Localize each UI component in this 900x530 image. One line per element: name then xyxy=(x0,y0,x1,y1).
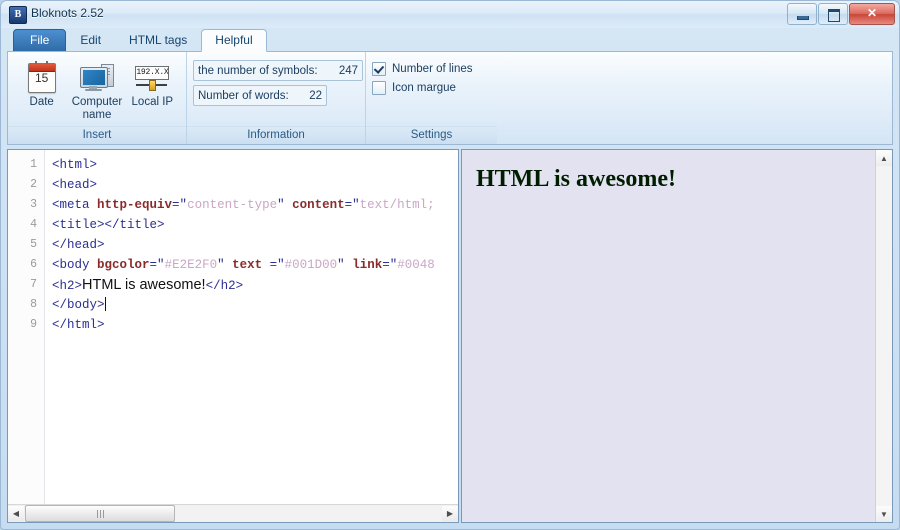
window-controls: ✕ xyxy=(787,3,895,25)
minimize-button[interactable] xyxy=(787,3,817,25)
scroll-right-arrow-icon[interactable]: ▶ xyxy=(442,506,458,521)
code-line: <title></title> xyxy=(52,215,458,235)
preview-content: HTML is awesome! xyxy=(462,150,892,209)
checkbox-unchecked-icon xyxy=(372,81,386,95)
code-line: <html> xyxy=(52,155,458,175)
symbol-count-value: 247 xyxy=(327,65,358,77)
ribbon-tab-strip: File Edit HTML tags Helpful xyxy=(7,30,893,52)
code-line: <meta http-equiv="content-type" content=… xyxy=(52,195,458,215)
code-line: <head> xyxy=(52,175,458,195)
ribbon-group-insert: 15 Date Computer name xyxy=(8,52,187,144)
line-number: 8 xyxy=(8,295,44,315)
window-title: Bloknots 2.52 xyxy=(31,6,104,20)
code-line: </head> xyxy=(52,235,458,255)
content-panes: 1 2 3 4 5 6 7 8 9 <html> <head> <meta ht… xyxy=(7,149,893,523)
ip-address-icon: 192.X.X xyxy=(127,60,178,96)
code-line: <h2>HTML is awesome!</h2> xyxy=(52,275,458,295)
code-editor-pane[interactable]: 1 2 3 4 5 6 7 8 9 <html> <head> <meta ht… xyxy=(7,149,459,523)
ribbon-group-information: the number of symbols: 247 Number of wor… xyxy=(187,52,366,144)
ribbon-group-insert-label: Insert xyxy=(8,126,186,144)
minimize-icon xyxy=(797,16,809,20)
computer-icon xyxy=(71,60,122,96)
scroll-left-arrow-icon[interactable]: ◀ xyxy=(8,506,24,521)
symbol-count-label: the number of symbols: xyxy=(198,65,318,77)
word-count-field: Number of words: 22 xyxy=(193,85,327,106)
ribbon-group-settings: Number of lines Icon margue Settings xyxy=(366,52,497,144)
close-button[interactable]: ✕ xyxy=(849,3,895,25)
code-area[interactable]: 1 2 3 4 5 6 7 8 9 <html> <head> <meta ht… xyxy=(8,150,458,504)
scrollbar-grip-icon xyxy=(97,510,104,518)
tab-html-tags[interactable]: HTML tags xyxy=(115,29,201,52)
line-number: 4 xyxy=(8,215,44,235)
insert-date-label: Date xyxy=(16,96,67,109)
maximize-button[interactable] xyxy=(818,3,848,25)
insert-local-ip-label: Local IP xyxy=(127,96,178,109)
ip-address-icon-label: 192.X.X xyxy=(135,66,169,80)
insert-computer-name-button[interactable]: Computer name xyxy=(69,57,124,125)
line-number: 9 xyxy=(8,315,44,335)
code-line: </html> xyxy=(52,315,458,335)
checkbox-number-of-lines[interactable]: Number of lines xyxy=(372,62,473,76)
checkbox-number-of-lines-label: Number of lines xyxy=(392,63,473,75)
word-count-value: 22 xyxy=(297,90,322,102)
code-line: </body> xyxy=(52,295,458,315)
title-bar: B Bloknots 2.52 ✕ xyxy=(1,1,899,28)
insert-computer-name-label: Computer name xyxy=(71,96,122,122)
symbol-count-field: the number of symbols: 247 xyxy=(193,60,363,81)
line-number: 3 xyxy=(8,195,44,215)
line-number: 2 xyxy=(8,175,44,195)
ribbon-group-settings-label: Settings xyxy=(366,126,497,144)
code-line: <body bgcolor="#E2E2F0" text ="#001D00" … xyxy=(52,255,458,275)
tab-file[interactable]: File xyxy=(13,29,66,52)
checkbox-checked-icon xyxy=(372,62,386,76)
preview-vertical-scrollbar[interactable]: ▲ ▼ xyxy=(875,150,892,522)
checkbox-icon-margue-label: Icon margue xyxy=(392,82,456,94)
ribbon-group-information-label: Information xyxy=(187,126,365,144)
line-number: 5 xyxy=(8,235,44,255)
calendar-day-label: 15 xyxy=(29,72,55,85)
scrollbar-thumb[interactable] xyxy=(25,505,175,522)
preview-heading: HTML is awesome! xyxy=(476,166,878,193)
html-preview-pane: HTML is awesome! ▲ ▼ xyxy=(461,149,893,523)
editor-horizontal-scrollbar[interactable]: ◀ ▶ xyxy=(8,504,458,522)
application-window: B Bloknots 2.52 ✕ File Edit HTML tags He… xyxy=(0,0,900,530)
maximize-icon xyxy=(828,9,840,22)
tab-edit[interactable]: Edit xyxy=(66,29,115,52)
checkbox-icon-margue[interactable]: Icon margue xyxy=(372,81,473,95)
line-number: 6 xyxy=(8,255,44,275)
text-cursor xyxy=(105,297,106,311)
line-number: 1 xyxy=(8,155,44,175)
calendar-icon: 15 xyxy=(16,60,67,96)
code-text[interactable]: <html> <head> <meta http-equiv="content-… xyxy=(45,150,458,504)
tab-helpful[interactable]: Helpful xyxy=(201,29,266,52)
insert-date-button[interactable]: 15 Date xyxy=(14,57,69,112)
close-icon: ✕ xyxy=(850,4,894,24)
insert-local-ip-button[interactable]: 192.X.X Local IP xyxy=(125,57,180,112)
word-count-label: Number of words: xyxy=(198,90,289,102)
app-icon: B xyxy=(9,6,27,24)
scroll-up-arrow-icon[interactable]: ▲ xyxy=(876,150,892,166)
ribbon: 15 Date Computer name xyxy=(7,52,893,145)
line-number-gutter: 1 2 3 4 5 6 7 8 9 xyxy=(8,150,45,504)
line-number: 7 xyxy=(8,275,44,295)
scroll-down-arrow-icon[interactable]: ▼ xyxy=(876,506,892,522)
